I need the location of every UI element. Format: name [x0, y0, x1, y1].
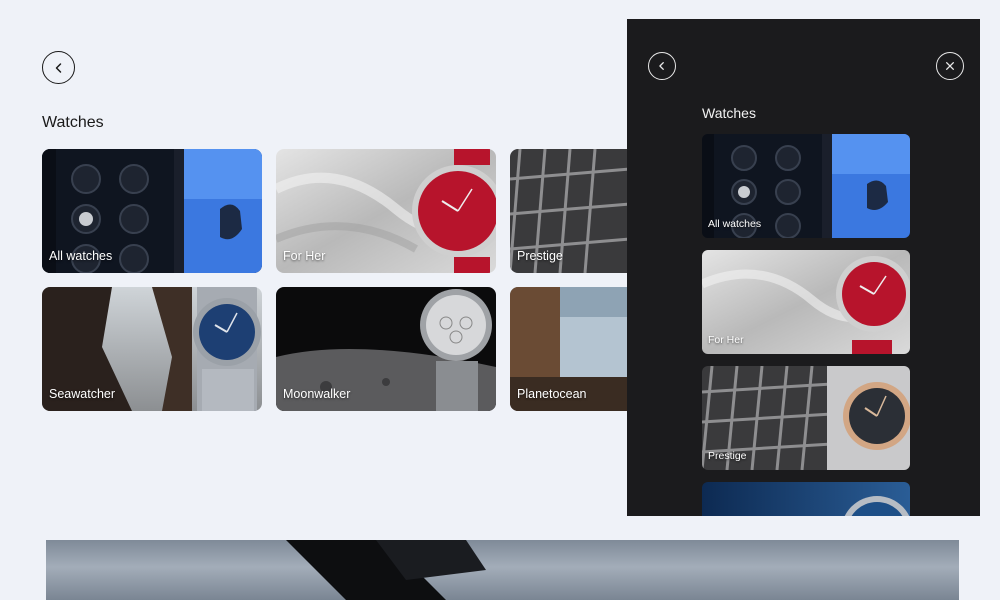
close-icon [946, 62, 954, 70]
card-image [702, 482, 910, 516]
chevron-left-icon [55, 62, 61, 73]
card-label: For Her [283, 249, 326, 263]
hero-image [286, 540, 486, 600]
card-label: Moonwalker [283, 387, 351, 401]
category-card-all-watches[interactable]: All watches [42, 149, 262, 273]
panel-card-partial[interactable] [702, 482, 910, 516]
card-label: Prestige [708, 450, 747, 462]
menu-panel: Watches All watches For Her Prestige [627, 19, 980, 516]
panel-title: Watches [702, 105, 756, 121]
panel-card-all-watches[interactable]: All watches [702, 134, 910, 238]
category-card-for-her[interactable]: For Her [276, 149, 496, 273]
card-label: All watches [49, 249, 113, 263]
chevron-left-icon [659, 62, 664, 70]
card-label: Planetocean [517, 387, 587, 401]
category-card-moonwalker[interactable]: Moonwalker [276, 287, 496, 411]
card-label: All watches [708, 218, 762, 230]
back-button[interactable] [42, 51, 75, 84]
card-label: Prestige [517, 249, 563, 263]
card-label: For Her [708, 334, 744, 346]
panel-card-for-her[interactable]: For Her [702, 250, 910, 354]
category-card-seawatcher[interactable]: Seawatcher [42, 287, 262, 411]
hero-banner [46, 540, 959, 600]
panel-close-button[interactable] [936, 52, 964, 80]
panel-back-button[interactable] [648, 52, 676, 80]
card-label: Seawatcher [49, 387, 116, 401]
section-title: Watches [42, 114, 104, 131]
panel-card-prestige[interactable]: Prestige [702, 366, 910, 470]
